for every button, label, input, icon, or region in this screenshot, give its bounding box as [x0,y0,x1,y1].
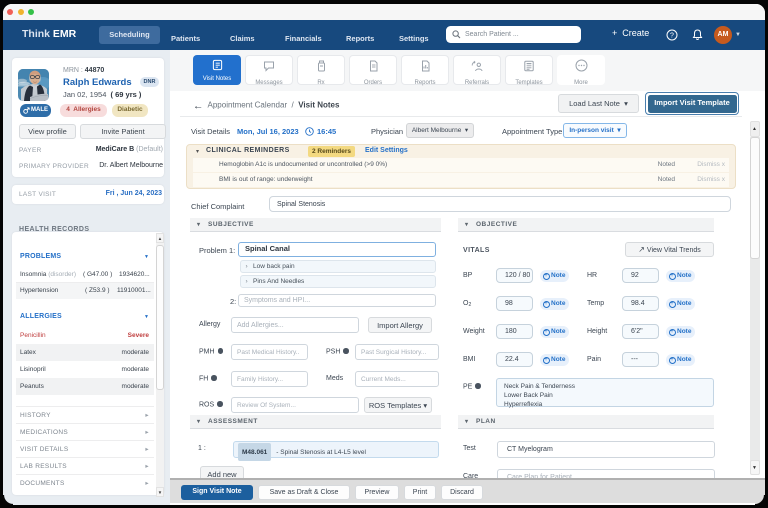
svg-text:?: ? [670,33,674,40]
